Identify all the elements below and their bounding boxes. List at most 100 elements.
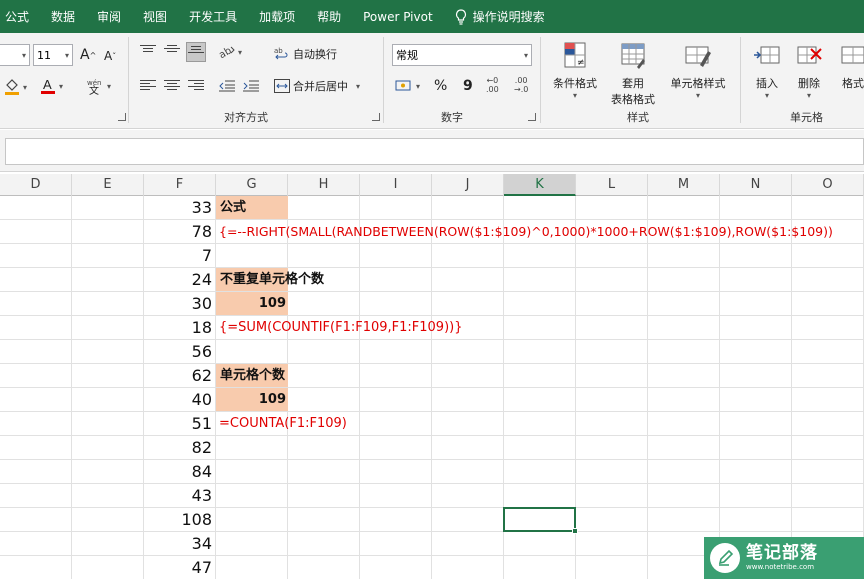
column-header-l[interactable]: L	[576, 174, 648, 196]
formula-input[interactable]	[5, 138, 864, 165]
menu-addins[interactable]: 加载项	[248, 8, 306, 25]
column-header-o[interactable]: O	[792, 174, 864, 196]
column-header-j[interactable]: J	[432, 174, 504, 196]
column-header-f[interactable]: F	[144, 174, 216, 196]
worksheet-grid[interactable]: 33 78 7 24 30 18 56 62 40 51 82 84 43 10…	[0, 196, 864, 579]
number-dialog-launcher[interactable]	[528, 113, 536, 121]
insert-label: 插入	[756, 77, 778, 90]
cell-f-value[interactable]: 47	[144, 556, 212, 579]
phonetic-button[interactable]: wén 文 ▾	[86, 77, 111, 95]
active-cell[interactable]	[503, 507, 578, 534]
fill-handle[interactable]	[572, 528, 578, 534]
cell-f-value[interactable]: 62	[144, 364, 212, 388]
align-right-button[interactable]	[188, 80, 204, 92]
counta-formula-cell[interactable]: =COUNTA(F1:F109)	[216, 412, 347, 436]
cell-f-value[interactable]: 108	[144, 508, 212, 532]
increase-decimal-button[interactable]: ←0.00	[486, 76, 499, 94]
accounting-format-button[interactable]: ▾	[395, 78, 420, 94]
column-header-m[interactable]: M	[648, 174, 720, 196]
pen-logo-icon	[710, 543, 740, 573]
fill-bucket-icon	[5, 79, 19, 95]
format-button[interactable]: 格式	[836, 41, 864, 91]
alignment-dialog-launcher[interactable]	[372, 113, 380, 121]
cell-f-value[interactable]: 33	[144, 196, 212, 220]
align-left-button[interactable]	[140, 80, 156, 92]
cell-f-value[interactable]: 82	[144, 436, 212, 460]
unique-count-value-cell[interactable]: 109	[216, 292, 288, 316]
menu-review[interactable]: 审阅	[86, 8, 132, 25]
cell-f-value[interactable]: 30	[144, 292, 212, 316]
menu-developer[interactable]: 开发工具	[178, 8, 248, 25]
font-color-button[interactable]: A ▾	[40, 77, 63, 95]
merge-center-button[interactable]: 合并后居中 ▾	[274, 78, 360, 94]
delete-button[interactable]: 删除 ▾	[792, 41, 826, 100]
font-name-combo[interactable]: ▾	[0, 44, 30, 66]
column-header-d[interactable]: D	[0, 174, 72, 196]
cell-f-value[interactable]: 84	[144, 460, 212, 484]
tell-me-search[interactable]: 操作说明搜索	[444, 8, 556, 25]
align-top-button[interactable]	[140, 45, 156, 57]
cell-styles-icon	[685, 46, 711, 67]
menu-data[interactable]: 数据	[40, 8, 86, 25]
cell-f-value[interactable]: 7	[144, 244, 212, 268]
number-group-label: 数字	[441, 111, 463, 124]
sum-countif-formula-cell[interactable]: {=SUM(COUNTIF(F1:F109,F1:F109))}	[216, 316, 462, 340]
menu-power-pivot[interactable]: Power Pivot	[352, 10, 444, 24]
svg-text:A: A	[43, 77, 52, 92]
increase-indent-icon	[243, 80, 259, 92]
percent-button[interactable]: %	[434, 78, 447, 94]
formula-title-cell[interactable]: 公式	[216, 196, 246, 220]
ribbon-separator	[128, 37, 129, 123]
wrap-text-icon: ab	[274, 47, 288, 60]
number-format-value: 常规	[396, 49, 418, 62]
comma-style-button[interactable]: 9	[463, 78, 473, 94]
format-as-table-button[interactable]: 套用 表格格式	[602, 41, 664, 107]
count-label-cell[interactable]: 单元格个数	[216, 364, 285, 388]
align-right-icon	[188, 80, 204, 92]
column-header-e[interactable]: E	[72, 174, 144, 196]
align-bottom-icon	[188, 46, 204, 58]
decrease-indent-button[interactable]	[219, 80, 235, 92]
cell-f-value[interactable]: 24	[144, 268, 212, 292]
orientation-button[interactable]: ab ▾	[219, 45, 242, 59]
menu-help[interactable]: 帮助	[306, 8, 352, 25]
formula-text-cell[interactable]: {=--RIGHT(SMALL(RANDBETWEEN(ROW($1:$109)…	[216, 220, 833, 244]
column-header-i[interactable]: I	[360, 174, 432, 196]
font-dialog-launcher[interactable]	[118, 113, 126, 121]
column-header-n[interactable]: N	[720, 174, 792, 196]
grow-font-button[interactable]: A ^	[80, 47, 96, 63]
cell-f-value[interactable]: 18	[144, 316, 212, 340]
font-size-combo[interactable]: 11 ▾	[33, 44, 73, 66]
cell-f-value[interactable]: 34	[144, 532, 212, 556]
insert-button[interactable]: 插入 ▾	[750, 41, 784, 100]
menu-formulas[interactable]: 公式	[0, 8, 40, 25]
decrease-indent-icon	[219, 80, 235, 92]
column-header-k[interactable]: K	[504, 174, 576, 196]
column-header-g[interactable]: G	[216, 174, 288, 196]
menu-view[interactable]: 视图	[132, 8, 178, 25]
shrink-font-button[interactable]: Aˇ	[104, 49, 116, 63]
cell-f-value[interactable]: 78	[144, 220, 212, 244]
merge-center-label: 合并后居中	[293, 80, 348, 93]
align-center-button[interactable]	[164, 80, 180, 92]
ribbon-separator	[383, 37, 384, 123]
column-header-h[interactable]: H	[288, 174, 360, 196]
conditional-format-button[interactable]: ≠ 条件格式 ▾	[548, 41, 602, 100]
wrap-text-button[interactable]: ab 自动换行	[274, 46, 337, 62]
percent-label: %	[434, 78, 448, 94]
number-format-combo[interactable]: 常规 ▾	[392, 44, 532, 66]
decrease-decimal-button[interactable]: .00 →.0	[514, 76, 528, 94]
cell-f-value[interactable]: 43	[144, 484, 212, 508]
cell-f-value[interactable]: 51	[144, 412, 212, 436]
cell-f-value[interactable]: 40	[144, 388, 212, 412]
cell-styles-button[interactable]: 单元格样式 ▾	[666, 41, 730, 100]
fill-color-button[interactable]: ▾	[4, 78, 27, 96]
menu-bar: 公式 数据 审阅 视图 开发工具 加载项 帮助 Power Pivot 操作说明…	[0, 0, 864, 33]
align-middle-button[interactable]	[164, 45, 180, 57]
cell-f-value[interactable]: 56	[144, 340, 212, 364]
align-bottom-button[interactable]	[186, 42, 206, 62]
format-cells-icon	[841, 46, 864, 64]
count-value-cell[interactable]: 109	[216, 388, 288, 412]
increase-indent-button[interactable]	[243, 80, 259, 92]
unique-count-label-cell[interactable]: 不重复单元格个数	[216, 268, 324, 292]
